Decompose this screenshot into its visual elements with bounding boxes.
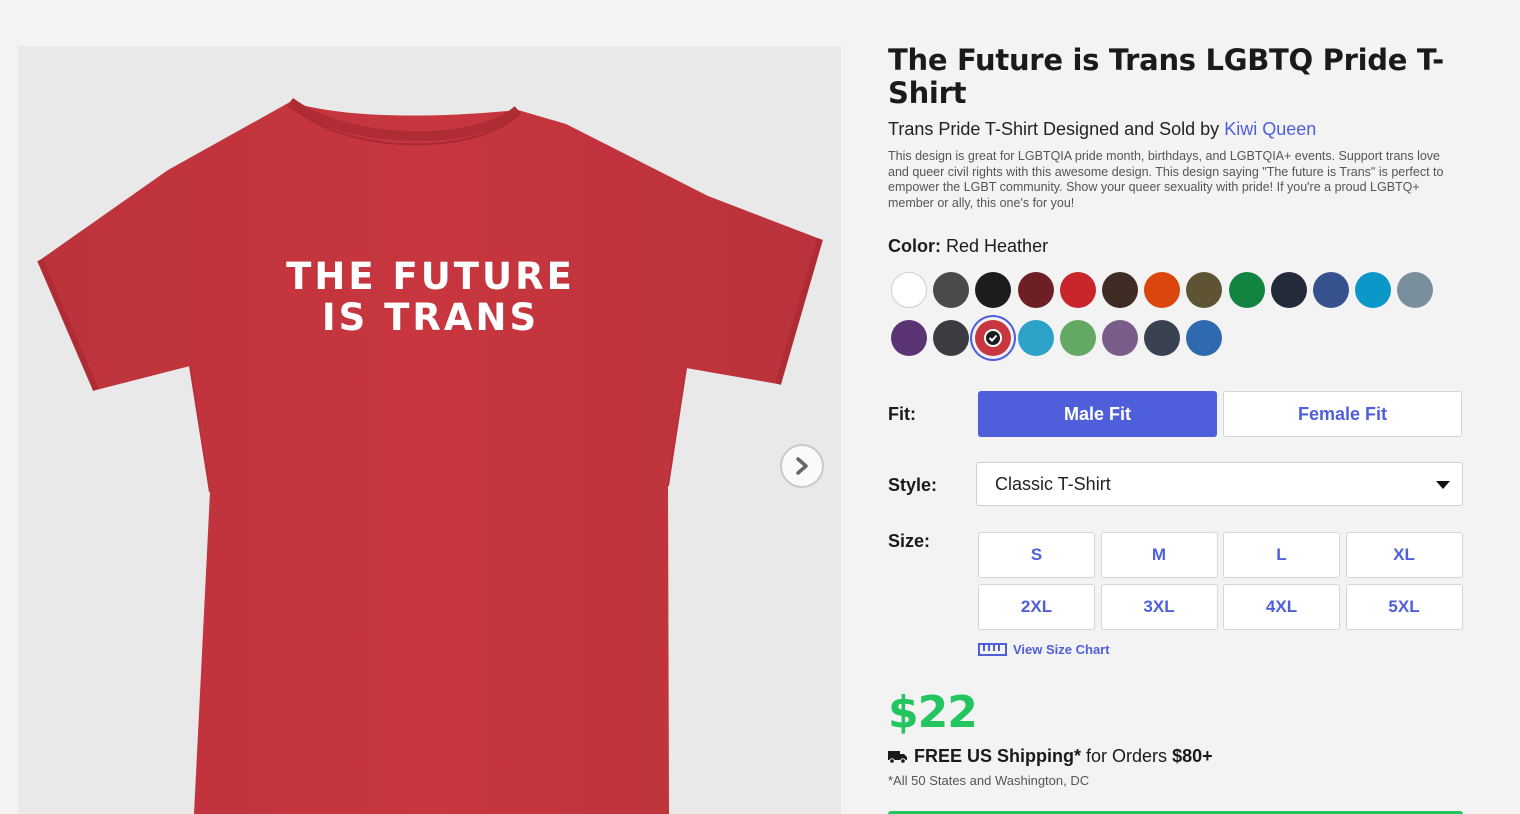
- print-line-2: IS TRANS: [321, 296, 540, 339]
- size-option-xl[interactable]: XL: [1345, 532, 1463, 578]
- color-label-row: Color: Red Heather: [888, 236, 1048, 257]
- color-swatch[interactable]: [1270, 272, 1307, 308]
- shipping-middle-text: for Orders: [1086, 746, 1168, 766]
- designer-link[interactable]: Kiwi Queen: [1224, 119, 1316, 139]
- color-swatch[interactable]: [975, 272, 1012, 308]
- color-swatch[interactable]: [1228, 272, 1265, 308]
- color-swatch[interactable]: [891, 320, 927, 356]
- color-swatch[interactable]: [1102, 272, 1138, 308]
- price: $22: [888, 687, 978, 738]
- view-size-chart-link[interactable]: View Size Chart: [978, 642, 1110, 657]
- size-option-l[interactable]: L: [1223, 532, 1340, 578]
- color-swatch[interactable]: [933, 320, 970, 356]
- color-swatch[interactable]: [1186, 272, 1223, 308]
- truck-icon: [888, 751, 907, 764]
- color-swatch[interactable]: [1059, 320, 1096, 356]
- product-gallery: THE FUTURE IS TRANS: [18, 46, 841, 814]
- fit-label: Fit:: [888, 404, 916, 424]
- size-option-3xl[interactable]: 3XL: [1100, 583, 1218, 630]
- selected-color-name: Red Heather: [946, 236, 1049, 256]
- color-swatch[interactable]: [975, 320, 1012, 356]
- style-label: Style:: [888, 475, 938, 495]
- color-swatch[interactable]: [1313, 272, 1349, 308]
- free-shipping-text: FREE US Shipping*: [914, 746, 1082, 766]
- color-label: Color:: [888, 236, 941, 256]
- product-description: This design is great for LGBTQIA pride m…: [888, 149, 1444, 210]
- color-swatch[interactable]: [1144, 272, 1181, 308]
- color-swatch[interactable]: [1144, 320, 1181, 356]
- chevron-right-icon: [796, 457, 808, 475]
- checkmark-icon: [984, 329, 1003, 347]
- color-swatch[interactable]: [1355, 272, 1392, 308]
- size-option-s[interactable]: S: [978, 532, 1095, 578]
- ruler-icon: [978, 643, 1007, 656]
- color-swatch[interactable]: [1397, 272, 1434, 308]
- print-line-1: THE FUTURE: [286, 255, 575, 298]
- color-swatch[interactable]: [1017, 272, 1054, 308]
- color-swatch[interactable]: [933, 272, 970, 308]
- view-size-chart-text: View Size Chart: [1013, 642, 1110, 657]
- color-swatch[interactable]: [1102, 320, 1138, 356]
- shirt-print-text: THE FUTURE IS TRANS: [268, 256, 593, 338]
- color-swatch[interactable]: [891, 272, 927, 308]
- shipping-info: FREE US Shipping* for Orders $80+: [888, 746, 1213, 767]
- size-option-2xl[interactable]: 2XL: [978, 583, 1095, 630]
- product-subtitle: Trans Pride T-Shirt Designed and Sold by…: [888, 119, 1463, 140]
- color-swatch[interactable]: [1186, 320, 1223, 356]
- t-shirt-image: [37, 97, 823, 814]
- size-label: Size:: [888, 531, 931, 551]
- size-option-5xl[interactable]: 5XL: [1345, 583, 1463, 630]
- size-option-4xl[interactable]: 4XL: [1223, 583, 1340, 630]
- color-swatch[interactable]: [1059, 272, 1096, 308]
- female-fit-button[interactable]: Female Fit: [1223, 391, 1462, 437]
- shipping-threshold: $80+: [1172, 746, 1213, 766]
- subtitle-text: Trans Pride T-Shirt Designed and Sold by: [888, 119, 1220, 139]
- shipping-note: *All 50 States and Washington, DC: [888, 773, 1090, 788]
- chevron-down-icon: [1436, 481, 1450, 489]
- style-select-value: Classic T-Shirt: [995, 473, 1111, 494]
- next-image-button[interactable]: [780, 444, 824, 488]
- size-option-m[interactable]: M: [1100, 532, 1218, 578]
- product-title: The Future is Trans LGBTQ Pride T-Shirt: [888, 43, 1444, 110]
- product-details: The Future is Trans LGBTQ Pride T-Shirt …: [888, 43, 1463, 814]
- color-swatch[interactable]: [1017, 320, 1054, 356]
- male-fit-button[interactable]: Male Fit: [978, 391, 1217, 437]
- style-select[interactable]: Classic T-Shirt: [976, 462, 1463, 506]
